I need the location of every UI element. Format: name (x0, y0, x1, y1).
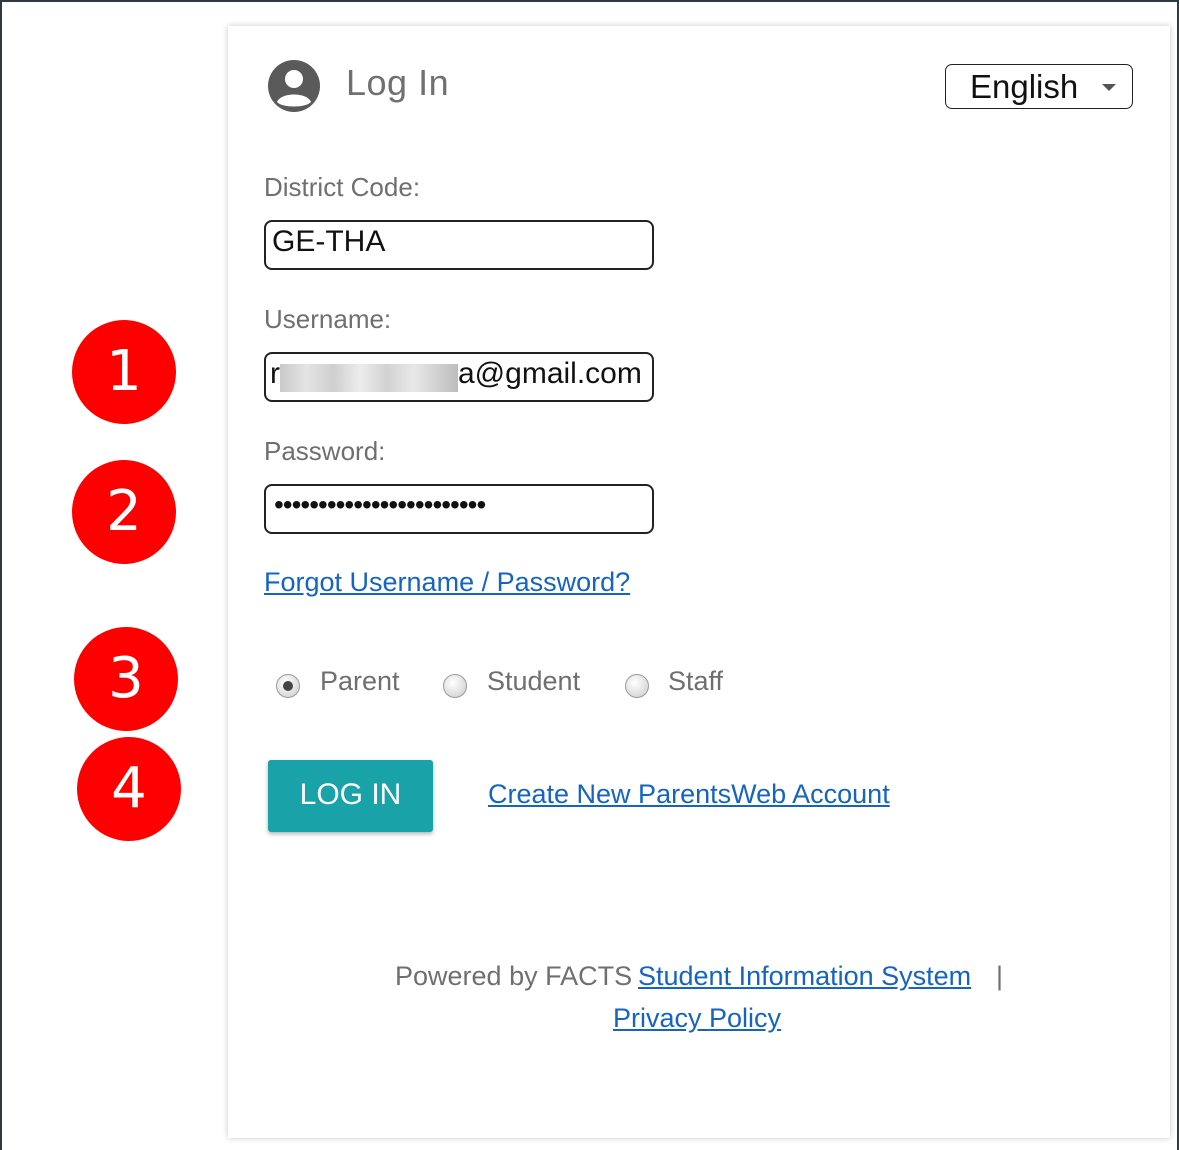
username-redaction (280, 364, 458, 392)
password-label: Password: (264, 436, 386, 466)
district-code-value: GE-THA (272, 225, 386, 258)
username-input[interactable]: r a@gmail.com (264, 352, 654, 402)
radio-student[interactable] (443, 674, 467, 698)
annotation-badge-4: 4 (77, 737, 181, 841)
radio-parent[interactable] (276, 674, 300, 698)
annotation-badge-1: 1 (72, 320, 176, 424)
district-code-label: District Code: (264, 172, 421, 202)
radio-student-label[interactable]: Student (487, 666, 580, 697)
page-title: Log In (346, 62, 450, 103)
sis-link[interactable]: Student Information System (638, 961, 971, 992)
privacy-policy-link[interactable]: Privacy Policy (613, 1003, 781, 1034)
login-button[interactable]: LOG IN (268, 760, 433, 832)
radio-parent-label[interactable]: Parent (320, 666, 400, 697)
chevron-down-icon (1102, 84, 1116, 91)
annotation-badge-3: 3 (74, 627, 178, 731)
language-select-value: English (970, 68, 1079, 105)
create-account-link[interactable]: Create New ParentsWeb Account (488, 779, 890, 810)
username-value-suffix: a@gmail.com (458, 357, 642, 390)
username-value-prefix: r (270, 357, 280, 390)
radio-selected-dot (283, 681, 293, 691)
powered-by-text: Powered by FACTS (395, 961, 633, 991)
radio-staff[interactable] (625, 674, 649, 698)
district-code-input[interactable]: GE-THA (264, 220, 654, 270)
password-value: •••••••••••••••••••••••• (274, 489, 486, 520)
password-input[interactable]: •••••••••••••••••••••••• (264, 484, 654, 534)
annotation-badge-2: 2 (72, 460, 176, 564)
username-label: Username: (264, 304, 392, 334)
forgot-credentials-link[interactable]: Forgot Username / Password? (264, 567, 630, 598)
language-select[interactable]: English (945, 64, 1133, 109)
radio-staff-label[interactable]: Staff (668, 666, 723, 697)
footer-separator: | (996, 961, 1004, 991)
user-account-icon (268, 60, 320, 112)
